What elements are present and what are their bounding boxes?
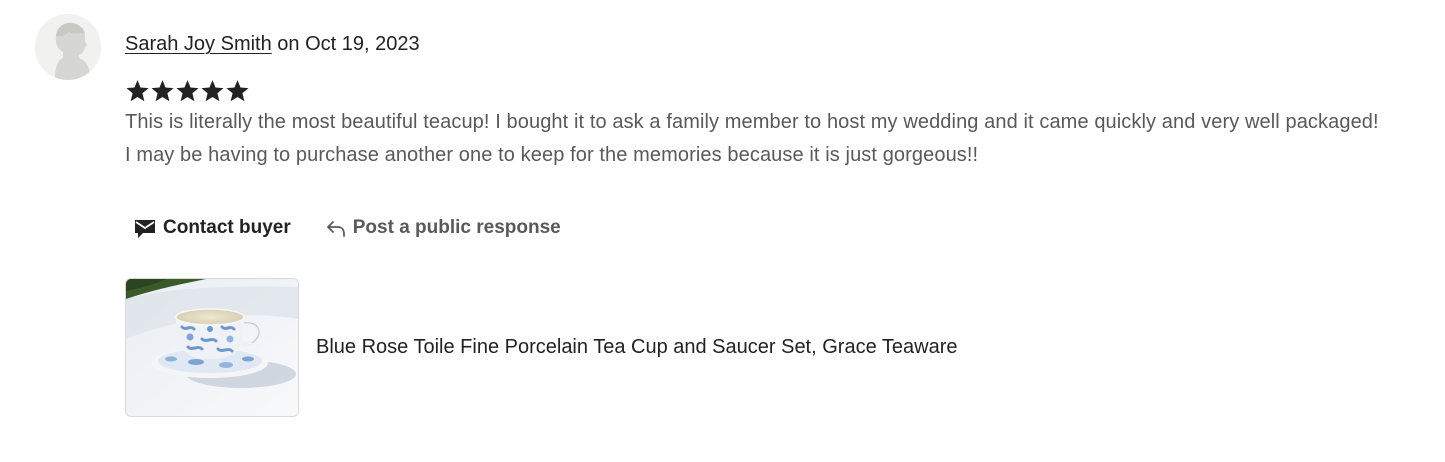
post-public-response-button[interactable]: Post a public response (325, 212, 561, 244)
review-date: on Oct 19, 2023 (271, 33, 420, 55)
avatar[interactable] (35, 14, 101, 80)
star-filled-icon (126, 80, 149, 102)
reviewer-name-link[interactable]: Sarah Joy Smith (125, 33, 272, 55)
review-text: This is literally the most beautiful tea… (125, 106, 1425, 172)
product-title-link[interactable]: Blue Rose Toile Fine Porcelain Tea Cup a… (316, 336, 957, 359)
star-filled-icon (176, 80, 199, 102)
contact-buyer-label: Contact buyer (163, 217, 291, 238)
reply-arrow-icon (325, 217, 347, 239)
star-rating (125, 78, 250, 104)
default-user-icon (35, 14, 101, 80)
contact-buyer-button[interactable]: Contact buyer (133, 212, 291, 244)
review-text-line: This is literally the most beautiful tea… (125, 111, 1379, 133)
review-header: Sarah Joy Smith on Oct 19, 2023 (125, 30, 420, 58)
star-filled-icon (201, 80, 224, 102)
review-actions: Contact buyer Post a public response (133, 212, 561, 244)
reviewed-product: Blue Rose Toile Fine Porcelain Tea Cup a… (125, 278, 957, 417)
review-text-line: I may be having to purchase another one … (125, 144, 979, 166)
post-public-response-label: Post a public response (352, 217, 561, 238)
teacup-photo (126, 279, 298, 416)
product-thumbnail[interactable] (125, 278, 299, 417)
envelope-icon (133, 217, 157, 239)
star-filled-icon (226, 80, 249, 102)
star-filled-icon (151, 80, 174, 102)
